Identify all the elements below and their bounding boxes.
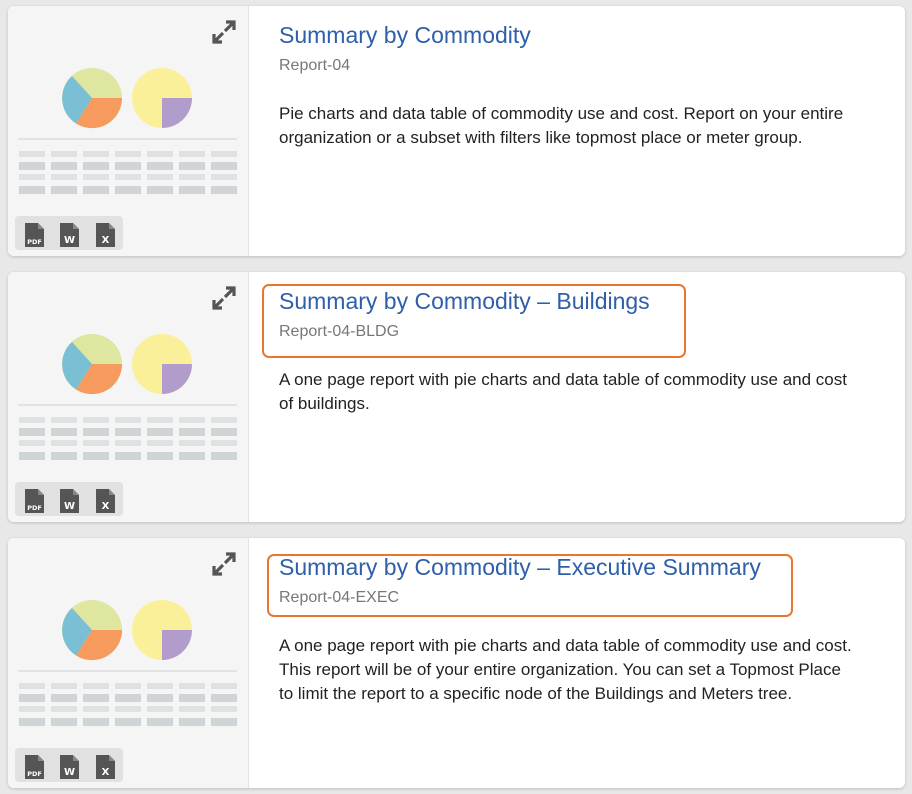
word-file-icon[interactable]: W [59, 488, 81, 514]
report-title-link[interactable]: Summary by Commodity – Buildings [279, 288, 650, 315]
report-card[interactable]: PDF W X Summary by Commodity – Buildings… [8, 272, 905, 522]
export-formats: PDF W X [15, 748, 123, 782]
thumbnail-divider [18, 404, 237, 406]
pdf-label: PDF [27, 238, 42, 246]
pie-chart-icon [62, 68, 192, 129]
report-title-link[interactable]: Summary by Commodity [279, 22, 531, 49]
word-label: W [64, 501, 75, 512]
pdf-file-icon[interactable]: PDF [24, 754, 46, 780]
word-file-icon[interactable]: W [59, 222, 81, 248]
report-card[interactable]: PDF W X Summary by Commodity – Executive… [8, 538, 905, 788]
pdf-label: PDF [27, 770, 42, 778]
report-code: Report-04-EXEC [279, 589, 400, 606]
excel-file-icon[interactable]: X [95, 222, 117, 248]
excel-label: X [102, 235, 110, 246]
report-description: A one page report with pie charts and da… [279, 370, 847, 413]
report-title-link[interactable]: Summary by Commodity – Executive Summary [279, 554, 761, 581]
report-list: PDF W X Summary by Commodity Report-04 P… [0, 0, 912, 794]
pdf-file-icon[interactable]: PDF [24, 488, 46, 514]
excel-file-icon[interactable]: X [95, 488, 117, 514]
report-details: Summary by Commodity Report-04 Pie chart… [249, 6, 905, 256]
expand-icon[interactable] [210, 18, 238, 46]
pie-chart-icon [62, 334, 192, 395]
pdf-label: PDF [27, 504, 42, 512]
report-description: Pie charts and data table of commodity u… [279, 104, 844, 147]
report-thumbnail: PDF W X [8, 6, 249, 256]
excel-file-icon[interactable]: X [95, 754, 117, 780]
word-file-icon[interactable]: W [59, 754, 81, 780]
report-details: Summary by Commodity – Executive Summary… [249, 538, 905, 788]
excel-label: X [102, 767, 110, 778]
word-label: W [64, 235, 75, 246]
expand-icon[interactable] [210, 550, 238, 578]
table-preview [19, 417, 237, 460]
expand-icon[interactable] [210, 284, 238, 312]
word-label: W [64, 767, 75, 778]
report-thumbnail: PDF W X [8, 272, 249, 522]
report-card[interactable]: PDF W X Summary by Commodity Report-04 P… [8, 6, 905, 256]
pdf-file-icon[interactable]: PDF [24, 222, 46, 248]
table-preview [19, 151, 237, 194]
pie-chart-icon [62, 600, 192, 661]
report-code: Report-04-BLDG [279, 323, 400, 340]
thumbnail-divider [18, 138, 237, 140]
report-details: Summary by Commodity – Buildings Report-… [249, 272, 905, 522]
report-code: Report-04 [279, 57, 351, 74]
table-preview [19, 683, 237, 726]
report-thumbnail: PDF W X [8, 538, 249, 788]
export-formats: PDF W X [15, 482, 123, 516]
thumbnail-divider [18, 670, 237, 672]
export-formats: PDF W X [15, 216, 123, 250]
excel-label: X [102, 501, 110, 512]
report-description: A one page report with pie charts and da… [279, 636, 852, 703]
